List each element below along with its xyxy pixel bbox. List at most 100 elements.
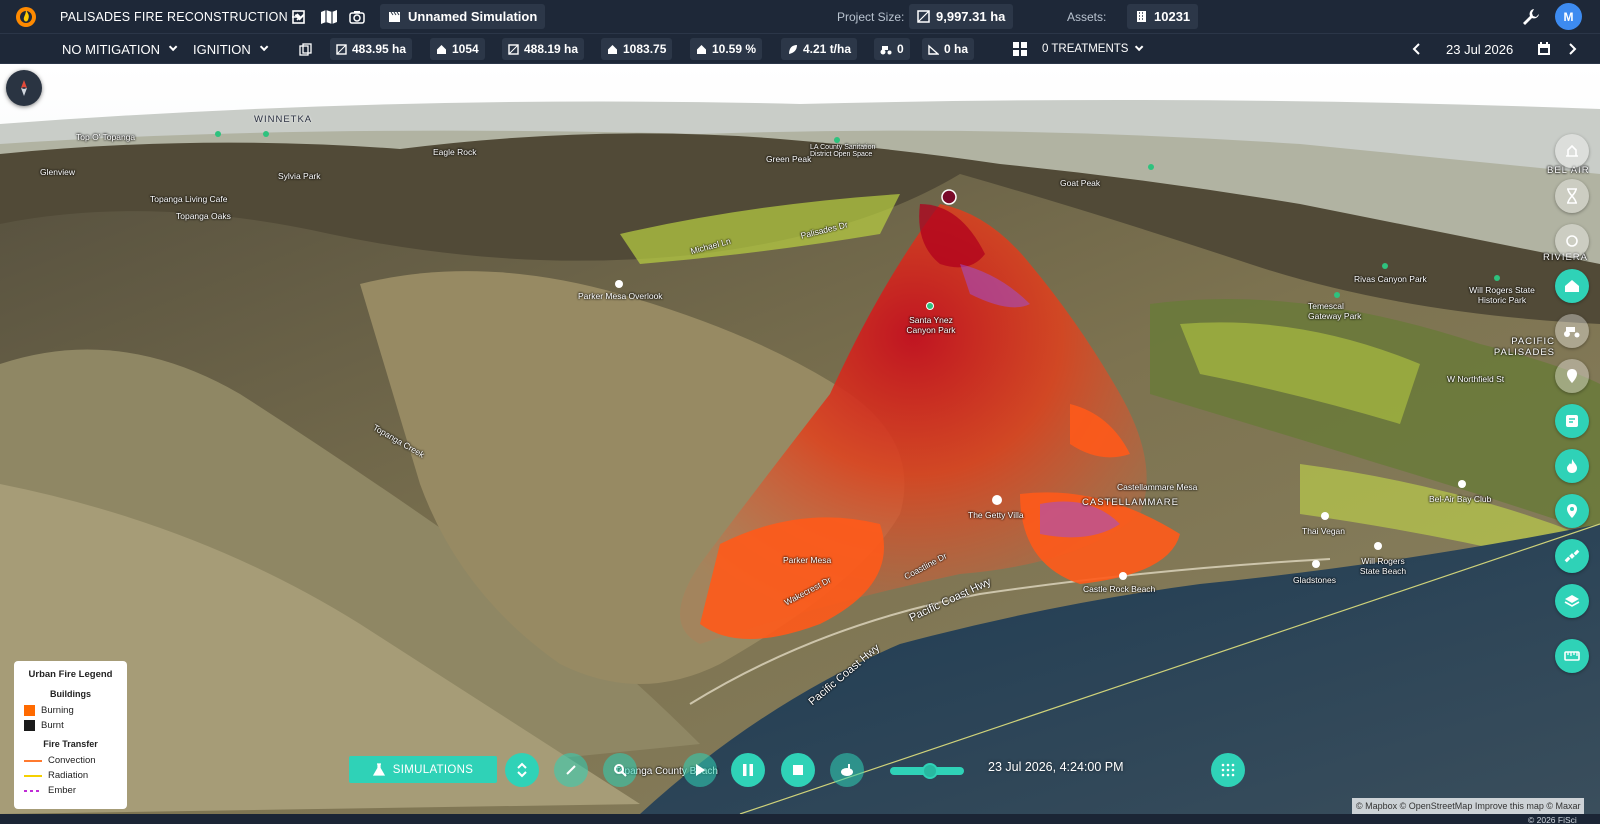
legend-title: Urban Fire Legend [28,669,113,680]
map-label: Bel-Air Bay Club [1429,494,1492,504]
project-size-label: Project Size: [837,10,905,24]
grid-overlay-button[interactable] [1211,753,1245,787]
speed-slider[interactable] [890,763,964,779]
map-label: Rivas Canyon Park [1354,274,1427,284]
user-avatar[interactable]: M [1555,3,1582,30]
assets-badge: 10231 [1127,4,1199,29]
map-label: Topanga Oaks [176,211,231,221]
map-label: Parker Mesa Overlook [578,291,663,301]
camera-icon[interactable] [347,7,367,27]
clapper-icon [389,11,400,22]
marker-tool[interactable] [1555,359,1589,393]
pause-button[interactable] [731,753,765,787]
date-prev-button[interactable] [1412,34,1422,64]
map-label: Glenview [40,167,75,177]
legend-transfer-title: Fire Transfer [43,739,98,749]
equipment-tool[interactable] [1555,314,1589,348]
notes-tool[interactable] [1555,404,1589,438]
simulations-button[interactable]: SIMULATIONS [349,756,497,783]
layer-tool[interactable] [1555,224,1589,258]
leaf-icon [789,44,797,54]
map-label: Gladstones [1293,575,1336,585]
chevron-right-icon [1569,43,1577,55]
map-book-icon[interactable] [319,7,339,27]
map-label: PACIFIC PALISADES [1493,336,1555,358]
swatch [24,705,35,716]
grid-dots-icon [1221,763,1235,777]
fire-station-tool[interactable] [1555,134,1589,168]
legend-item: Burning [24,703,117,718]
legend-label: Radiation [48,770,89,781]
ignition-dropdown[interactable]: IGNITION [193,34,269,64]
compass-button[interactable] [6,70,42,106]
zoom-button[interactable] [603,753,637,787]
skip-icon [566,765,576,775]
project-size-badge: 9,997.31 ha [909,4,1014,29]
play-button[interactable] [683,753,717,787]
location-tool[interactable] [1555,494,1589,528]
legend-label: Convection [48,755,96,766]
wrench-icon[interactable] [1520,6,1542,28]
speed-button[interactable] [830,753,864,787]
stat-equipment: 0 [874,38,910,60]
area-icon [508,43,519,55]
timer-tool[interactable] [1555,179,1589,213]
stat-value: 4.21 t/ha [803,42,852,56]
treatments-label: 0 TREATMENTS [1042,43,1129,55]
speed-slider-knob[interactable] [922,763,938,779]
map-label: Temescal Gateway Park [1308,301,1362,321]
stat-value: 483.95 ha [352,42,407,56]
layers-tool[interactable] [1555,584,1589,618]
simulation-time: 23 Jul 2026, 4:24:00 PM [988,760,1124,774]
layer-tool-icon [1566,235,1578,247]
map-viewport[interactable]: WINNETKA Top O' Topanga Eagle Rock Glenv… [0,64,1600,814]
project-selector[interactable]: PALISADES FIRE RECONSTRUCTION [60,0,305,34]
map-label: Will Rogers State Beach [1359,556,1407,576]
legend-label: Burnt [41,720,64,731]
stat-percent: 10.59 % [690,38,763,60]
terrain-3d-view [0,64,1600,814]
calendar-icon[interactable] [1537,34,1551,64]
house-icon [697,44,706,54]
satellite-icon [1564,549,1580,563]
legend-label: Burning [41,705,74,716]
map-label: Parker Mesa [783,555,832,565]
map-label: Goat Peak [1060,178,1101,188]
chevron-down-icon [168,42,178,52]
simulation-name-field[interactable]: Unnamed Simulation [380,4,546,29]
house-icon [608,44,617,54]
building-icon [1137,11,1146,22]
simulation-name: Unnamed Simulation [408,9,538,24]
legend-item: Burnt [24,718,117,733]
map-attribution[interactable]: © Mapbox © OpenStreetMap Improve this ma… [1352,798,1585,814]
map-label: Green Peak [766,154,812,164]
slope-icon [928,43,939,55]
measure-tool[interactable] [1555,639,1589,673]
mitigation-dropdown[interactable]: NO MITIGATION [62,34,178,64]
app-logo-icon[interactable] [14,5,38,29]
map-label: The Getty Villa [968,510,1024,520]
grid-icon[interactable] [1010,39,1030,59]
date-next-button[interactable] [1567,34,1577,64]
ignition-label: IGNITION [193,41,251,57]
satellite-tool[interactable] [1555,539,1589,573]
stop-button[interactable] [781,753,815,787]
sign-in-icon[interactable] [289,7,309,27]
treatments-dropdown[interactable]: 0 TREATMENTS [1042,34,1144,64]
assets-label: Assets: [1067,10,1107,24]
fire-station-icon [1566,144,1578,157]
expand-button[interactable] [505,753,539,787]
swatch [24,759,42,762]
stat-burned-area: 483.95 ha [330,38,413,60]
step-back-button[interactable] [554,753,588,787]
swatch [24,789,42,792]
current-date: 23 Jul 2026 [1446,41,1514,57]
copy-stats-icon[interactable] [295,39,315,59]
flask-icon [372,763,385,776]
assets-tool[interactable] [1555,269,1589,303]
area-icon [917,10,930,23]
search-icon [614,764,627,777]
fire-tool[interactable] [1555,449,1589,483]
hourglass-icon [1567,188,1577,204]
legend-item: Radiation [24,768,117,783]
